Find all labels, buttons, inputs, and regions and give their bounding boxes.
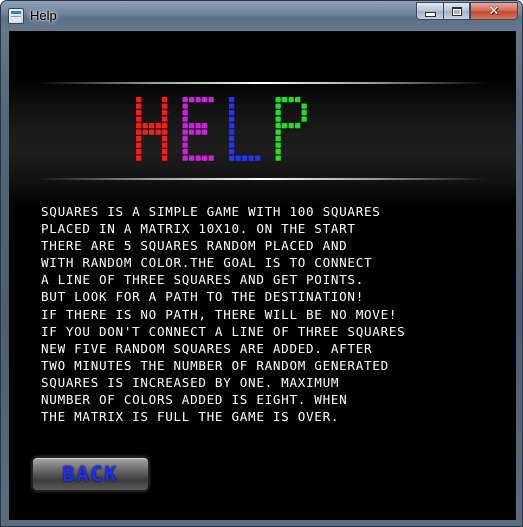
- title-bar[interactable]: Help ✕: [1, 1, 522, 31]
- banner-letter-l: [229, 97, 261, 161]
- help-description: Squares is a simple game with 100 square…: [41, 204, 406, 425]
- banner-divider-bottom: [39, 178, 486, 180]
- banner-letter-h: [136, 97, 168, 161]
- close-button[interactable]: ✕: [470, 2, 518, 20]
- back-button-label: Back: [62, 462, 119, 486]
- back-button[interactable]: Back: [32, 457, 149, 491]
- help-content: Squares is a simple game with 100 square…: [9, 31, 516, 520]
- window-title: Help: [30, 8, 57, 23]
- banner-divider-top: [39, 82, 486, 84]
- close-icon: ✕: [488, 3, 500, 19]
- banner-letter-e: [182, 97, 214, 161]
- help-banner: [136, 97, 307, 161]
- maximize-icon: [451, 6, 462, 16]
- help-window: Help ✕ Squares is a simple game with 100…: [0, 0, 523, 527]
- minimize-icon: [424, 11, 436, 17]
- banner-letter-p: [275, 97, 307, 161]
- app-icon: [8, 8, 24, 24]
- maximize-button[interactable]: [443, 2, 470, 20]
- caption-buttons: ✕: [416, 2, 518, 20]
- minimize-button[interactable]: [416, 2, 443, 20]
